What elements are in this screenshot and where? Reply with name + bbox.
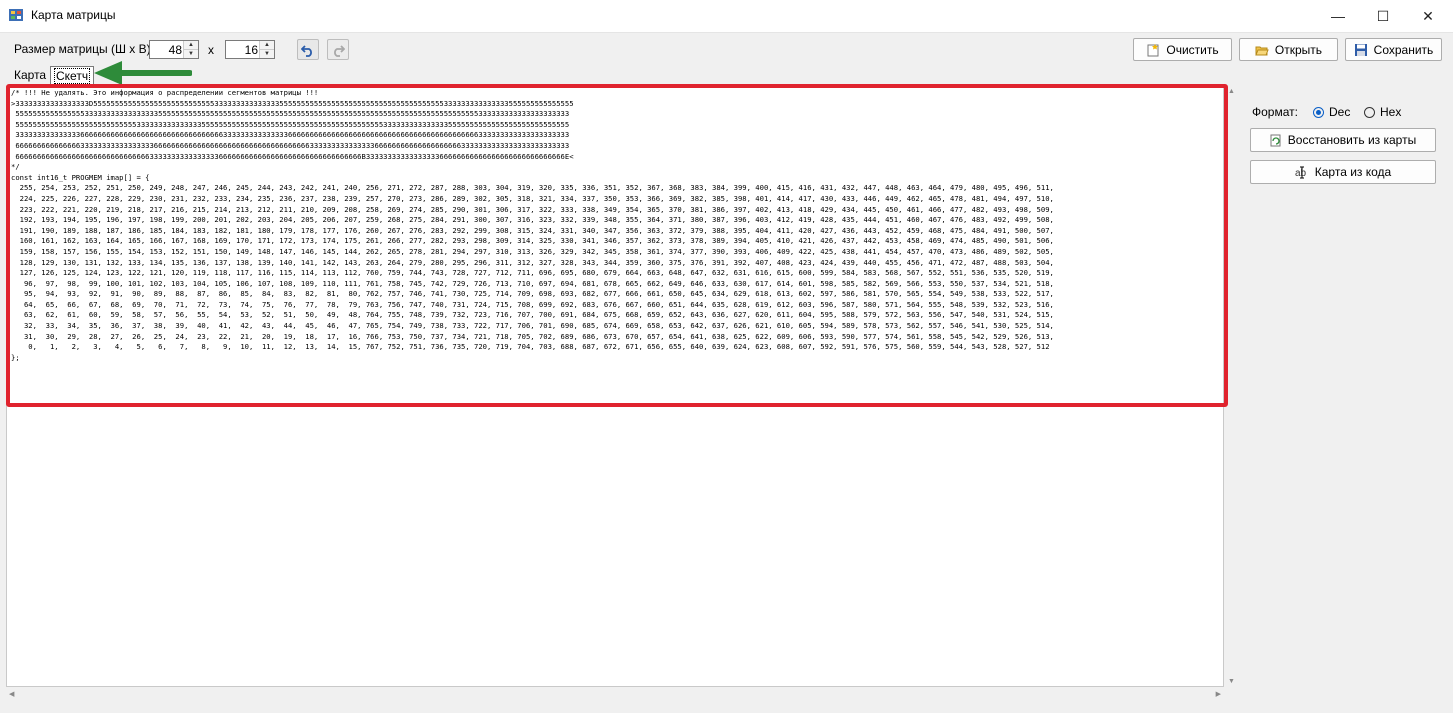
width-value: 48 [168,43,182,57]
code-line: 159, 158, 157, 156, 155, 154, 153, 152, … [11,246,1054,256]
clear-button[interactable]: Очистить [1133,38,1232,61]
new-document-icon [1147,43,1159,56]
refresh-document-icon [1270,134,1281,146]
scroll-left-icon[interactable]: ◀ [9,690,14,698]
floppy-disk-icon [1354,43,1367,56]
undo-button[interactable] [297,39,319,60]
code-line: >33333333333333333D555555555555555555555… [11,98,574,108]
code-line: 255, 254, 253, 252, 251, 250, 249, 248, … [11,183,1054,193]
code-line: 63, 62, 61, 60, 59, 58, 57, 56, 55, 54, … [11,310,1054,320]
vertical-scrollbar[interactable]: ▲ ▼ [1224,86,1240,687]
radio-hex[interactable]: Hex [1364,105,1401,119]
maximize-button[interactable]: ☐ [1360,0,1406,32]
undo-icon [301,44,312,57]
radio-dec-indicator[interactable] [1313,106,1324,118]
redo-icon [334,44,345,57]
format-label: Формат: [1252,105,1298,119]
clear-label: Очистить [1166,42,1219,57]
status-strip [0,703,1453,713]
code-line: 128, 129, 130, 131, 132, 133, 134, 135, … [11,257,1054,267]
height-stepper[interactable]: 16 ▲ ▼ [225,40,275,59]
matrix-size-label: Размер матрицы (Ш x В) [14,42,151,56]
tab-sketch-label: Скетч [53,68,91,84]
minimize-button[interactable]: — [1315,0,1361,32]
code-line: 3333333333333336666666666666666666666666… [11,130,570,140]
code-line: }; [11,352,20,362]
scroll-right-icon[interactable]: ▶ [1216,690,1221,698]
code-line: 0, 1, 2, 3, 4, 5, 6, 7, 8, 9, 10, 11, 12… [11,342,1050,352]
code-line: 5555555555555555333333333333333335555555… [11,109,570,119]
scroll-up-icon[interactable]: ▲ [1228,88,1235,95]
code-line: 96, 97, 98, 99, 100, 101, 102, 103, 104,… [11,278,1054,288]
save-label: Сохранить [1373,42,1434,57]
map-from-code-button[interactable]: ab Карта из кода [1250,160,1436,184]
radio-hex-label: Hex [1380,105,1402,119]
right-panel: Формат: Dec Hex Восстановить из карты ab… [1244,86,1446,703]
from-code-label: Карта из кода [1314,165,1392,179]
code-line: 32, 33, 34, 35, 36, 37, 38, 39, 40, 41, … [11,321,1054,331]
code-line: 95, 94, 93, 92, 91, 90, 89, 88, 87, 86, … [11,289,1054,299]
folder-open-icon [1255,46,1269,55]
chevron-up-icon[interactable]: ▲ [260,41,274,50]
chevron-down-icon[interactable]: ▼ [260,50,274,58]
code-line: 127, 126, 125, 124, 123, 122, 121, 120, … [11,268,1054,278]
code-line: 31, 30, 29, 28, 27, 26, 25, 24, 23, 22, … [11,331,1054,341]
scroll-down-icon[interactable]: ▼ [1228,678,1235,685]
text-cursor-icon: ab [1295,166,1307,179]
title-bar: Карта матрицы — ☐ ✕ [0,0,1453,33]
restore-label: Восстановить из карты [1287,133,1417,147]
width-stepper-arrows[interactable]: ▲ ▼ [183,41,198,58]
code-line: /* !!! Не удалять. Это информация о расп… [11,88,319,97]
restore-from-map-button[interactable]: Восстановить из карты [1250,128,1436,152]
chevron-down-icon[interactable]: ▼ [184,50,198,58]
save-button[interactable]: Сохранить [1345,38,1442,61]
code-line: 6666666666666663333333333333333366666666… [11,140,570,150]
size-separator: x [208,43,214,57]
close-button[interactable]: ✕ [1405,0,1451,32]
code-text[interactable]: /* !!! Не удалять. Это информация о расп… [11,88,1054,363]
code-line: 5555555555555555555555555555333333333333… [11,119,570,129]
app-icon [9,9,23,21]
radio-dec[interactable]: Dec [1313,105,1350,119]
open-label: Открыть [1274,42,1323,57]
code-editor[interactable]: /* !!! Не удалять. Это информация о расп… [6,86,1224,687]
tab-map-label: Карта [14,68,47,82]
width-stepper[interactable]: 48 ▲ ▼ [149,40,199,59]
code-line: 224, 225, 226, 227, 228, 229, 230, 231, … [11,193,1054,203]
code-line: 223, 222, 221, 220, 219, 218, 217, 216, … [11,204,1054,214]
code-line: 6666666666666666666666666666666333333333… [11,151,574,161]
horizontal-scrollbar[interactable]: ◀ ▶ [6,687,1224,703]
height-stepper-arrows[interactable]: ▲ ▼ [259,41,274,58]
code-line: const int16_t PROGMEM imap[] = { [11,172,150,182]
height-value: 16 [244,43,258,57]
radio-dec-label: Dec [1329,105,1351,119]
chevron-up-icon[interactable]: ▲ [184,41,198,50]
tab-map[interactable]: Карта [10,66,50,84]
code-line: 64, 65, 66, 67, 68, 69, 70, 71, 72, 73, … [11,299,1054,309]
radio-hex-indicator[interactable] [1364,106,1375,118]
open-button[interactable]: Открыть [1239,38,1338,61]
code-line: 192, 193, 194, 195, 196, 197, 198, 199, … [11,215,1054,225]
redo-button[interactable] [327,39,349,60]
tab-sketch[interactable]: Скетч [50,66,95,85]
code-line: 191, 190, 189, 188, 187, 186, 185, 184, … [11,225,1054,235]
svg-text:ab: ab [1295,168,1307,179]
code-line: 160, 161, 162, 163, 164, 165, 166, 167, … [11,236,1054,246]
green-arrow-icon [94,61,192,85]
window-title: Карта матрицы [31,8,116,22]
code-line: */ [11,162,20,172]
